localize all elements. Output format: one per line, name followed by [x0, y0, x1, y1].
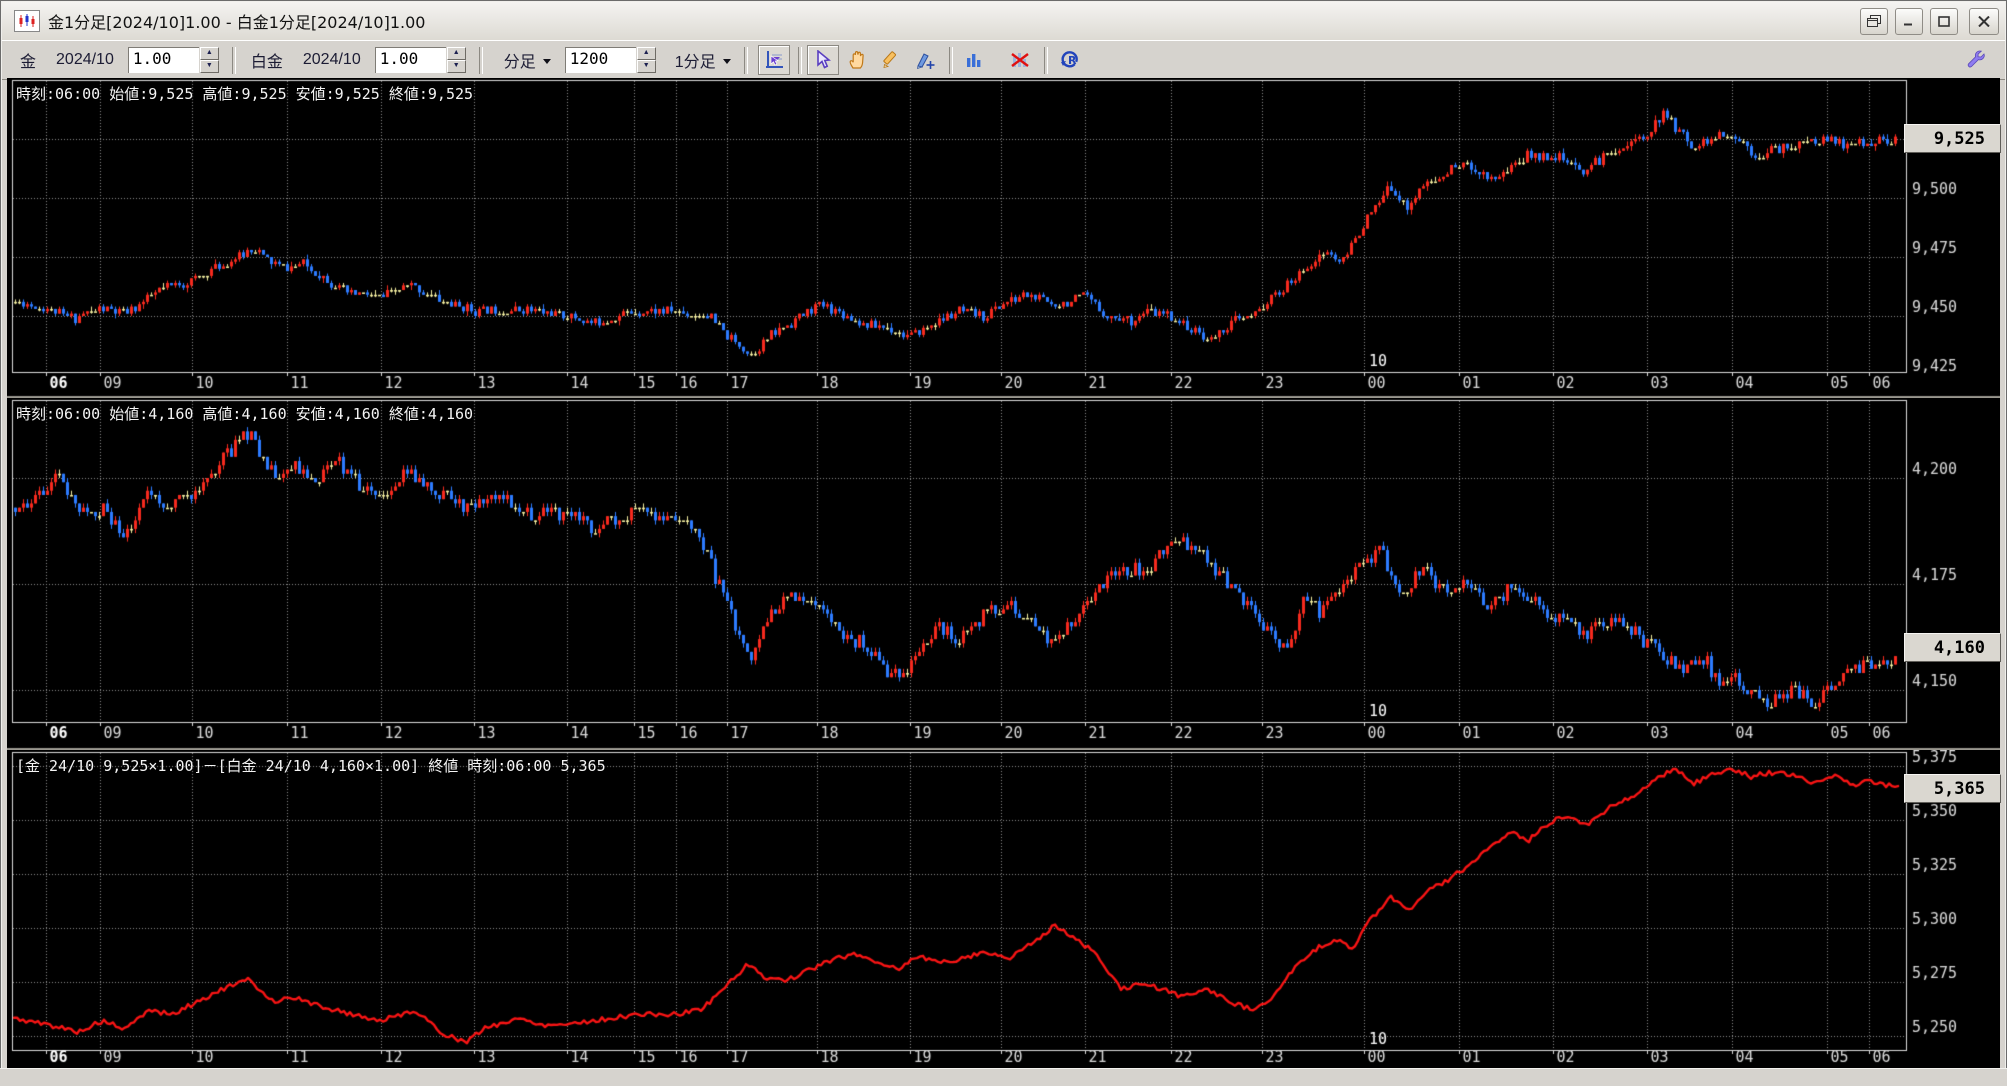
cascade-windows-icon [1867, 15, 1881, 27]
settings-wrench-button[interactable] [1961, 45, 1991, 73]
delete-study-icon [1010, 53, 1029, 67]
platinum-month-label: 2024/10 [302, 51, 361, 68]
pan-hand-tool-button[interactable] [841, 45, 873, 75]
spread-panel: [金 24/10 9,525×1.00]－[白金 24/10 4,160×1.0… [7, 750, 2001, 1068]
candlestick-logo-icon [14, 10, 40, 32]
chevron-down-icon [722, 58, 731, 64]
chart-cursor-tool-button[interactable] [757, 45, 790, 75]
platinum-multiplier-down-button[interactable]: ▼ [446, 60, 466, 73]
gold-multiplier-value[interactable]: 1.00 [127, 47, 199, 73]
toolbar: 金 2024/10 1.00 ▲ ▼ 白金 2024/10 1.00 ▲ ▼ 分足 … [2, 40, 2005, 80]
close-button[interactable] [1969, 7, 1999, 35]
platinum-multiplier-stepper[interactable]: 1.00 ▲ ▼ [374, 47, 466, 73]
minimize-button[interactable] [1895, 7, 1923, 35]
gold-symbol-label: 金 [20, 54, 37, 71]
cascade-windows-button[interactable] [1860, 7, 1888, 35]
gold-panel: 時刻:06:00 始値:9,525 高値:9,525 安値:9,525 終値:9… [7, 78, 2001, 398]
platinum-ohlc-readout: 時刻:06:00 始値:4,160 高値:4,160 安値:4,160 終値:4… [16, 405, 474, 423]
toolbar-separator [743, 46, 748, 74]
wrench-settings-icon [1967, 50, 1985, 68]
window-bottom-frame [0, 1068, 2007, 1086]
toolbar-separator [948, 46, 953, 74]
gold-multiplier-down-button[interactable]: ▼ [199, 60, 219, 73]
pencil-draw-tool-button[interactable] [875, 45, 907, 75]
select-cursor-tool-button[interactable] [806, 45, 839, 75]
bar-count-stepper[interactable]: 1200 ▲ ▼ [564, 47, 656, 73]
maximize-button[interactable] [1930, 7, 1958, 35]
bar-count-down-button[interactable]: ▼ [636, 60, 656, 73]
platinum-chart-canvas[interactable] [7, 398, 2000, 750]
chart-style-button[interactable] [958, 45, 990, 75]
chart-style-dropdown[interactable] [991, 46, 1003, 74]
toolbar-separator [478, 46, 483, 74]
toolbar-separator [797, 46, 802, 74]
interval-dropdown[interactable]: 1分足 [669, 48, 731, 72]
close-icon [1978, 15, 1990, 27]
gold-price-badge: 9,525 [1904, 124, 2001, 153]
pencil-draw-icon [883, 51, 896, 69]
gold-multiplier-up-button[interactable]: ▲ [199, 47, 219, 60]
chart-region: 時刻:06:00 始値:9,525 高値:9,525 安値:9,525 終値:9… [7, 78, 2001, 1068]
refresh-icon: R [1060, 51, 1078, 68]
platinum-multiplier-value[interactable]: 1.00 [374, 47, 446, 73]
platinum-symbol-label: 白金 [250, 54, 283, 71]
chart-cursor-icon [765, 51, 783, 68]
bar-type-dropdown[interactable]: 分足 [498, 48, 551, 72]
interval-label: 1分足 [674, 54, 716, 71]
toolbar-separator [231, 46, 236, 74]
maximize-icon [1938, 15, 1950, 27]
svg-text:R: R [1068, 54, 1077, 67]
chevron-down-icon [542, 58, 551, 64]
bar-count-up-button[interactable]: ▲ [636, 47, 656, 60]
spread-price-badge: 5,365 [1904, 774, 2001, 803]
title-bar[interactable]: 金1分足[2024/10]1.00 - 白金1分足[2024/10]1.00 [2, 2, 2005, 41]
spread-chart-canvas[interactable] [7, 750, 2000, 1068]
bar-type-label: 分足 [503, 54, 536, 71]
select-cursor-icon [816, 50, 831, 69]
platinum-multiplier-up-button[interactable]: ▲ [446, 47, 466, 60]
platinum-panel: 時刻:06:00 始値:4,160 高値:4,160 安値:4,160 終値:4… [7, 398, 2001, 750]
app-window: { "window": { "title": "金1分足[2024/10]1.0… [0, 0, 2007, 1086]
platinum-price-badge: 4,160 [1904, 633, 2001, 662]
pan-hand-icon [849, 51, 864, 69]
marker-crosshair-icon [916, 53, 935, 70]
delete-study-button[interactable] [1004, 45, 1036, 75]
minimize-icon [1904, 23, 1912, 26]
chart-style-icon [966, 54, 981, 67]
gold-ohlc-readout: 時刻:06:00 始値:9,525 高値:9,525 安値:9,525 終値:9… [16, 85, 474, 103]
gold-month-label: 2024/10 [56, 51, 114, 68]
refresh-button[interactable]: R [1053, 45, 1085, 75]
gold-chart-canvas[interactable] [7, 78, 2000, 398]
bar-count-value[interactable]: 1200 [564, 47, 636, 73]
window-title: 金1分足[2024/10]1.00 - 白金1分足[2024/10]1.00 [48, 13, 426, 32]
marker-crosshair-tool-button[interactable] [909, 45, 941, 75]
spread-formula-readout: [金 24/10 9,525×1.00]－[白金 24/10 4,160×1.0… [16, 757, 606, 775]
toolbar-separator [1043, 46, 1048, 74]
gold-multiplier-stepper[interactable]: 1.00 ▲ ▼ [127, 47, 219, 73]
